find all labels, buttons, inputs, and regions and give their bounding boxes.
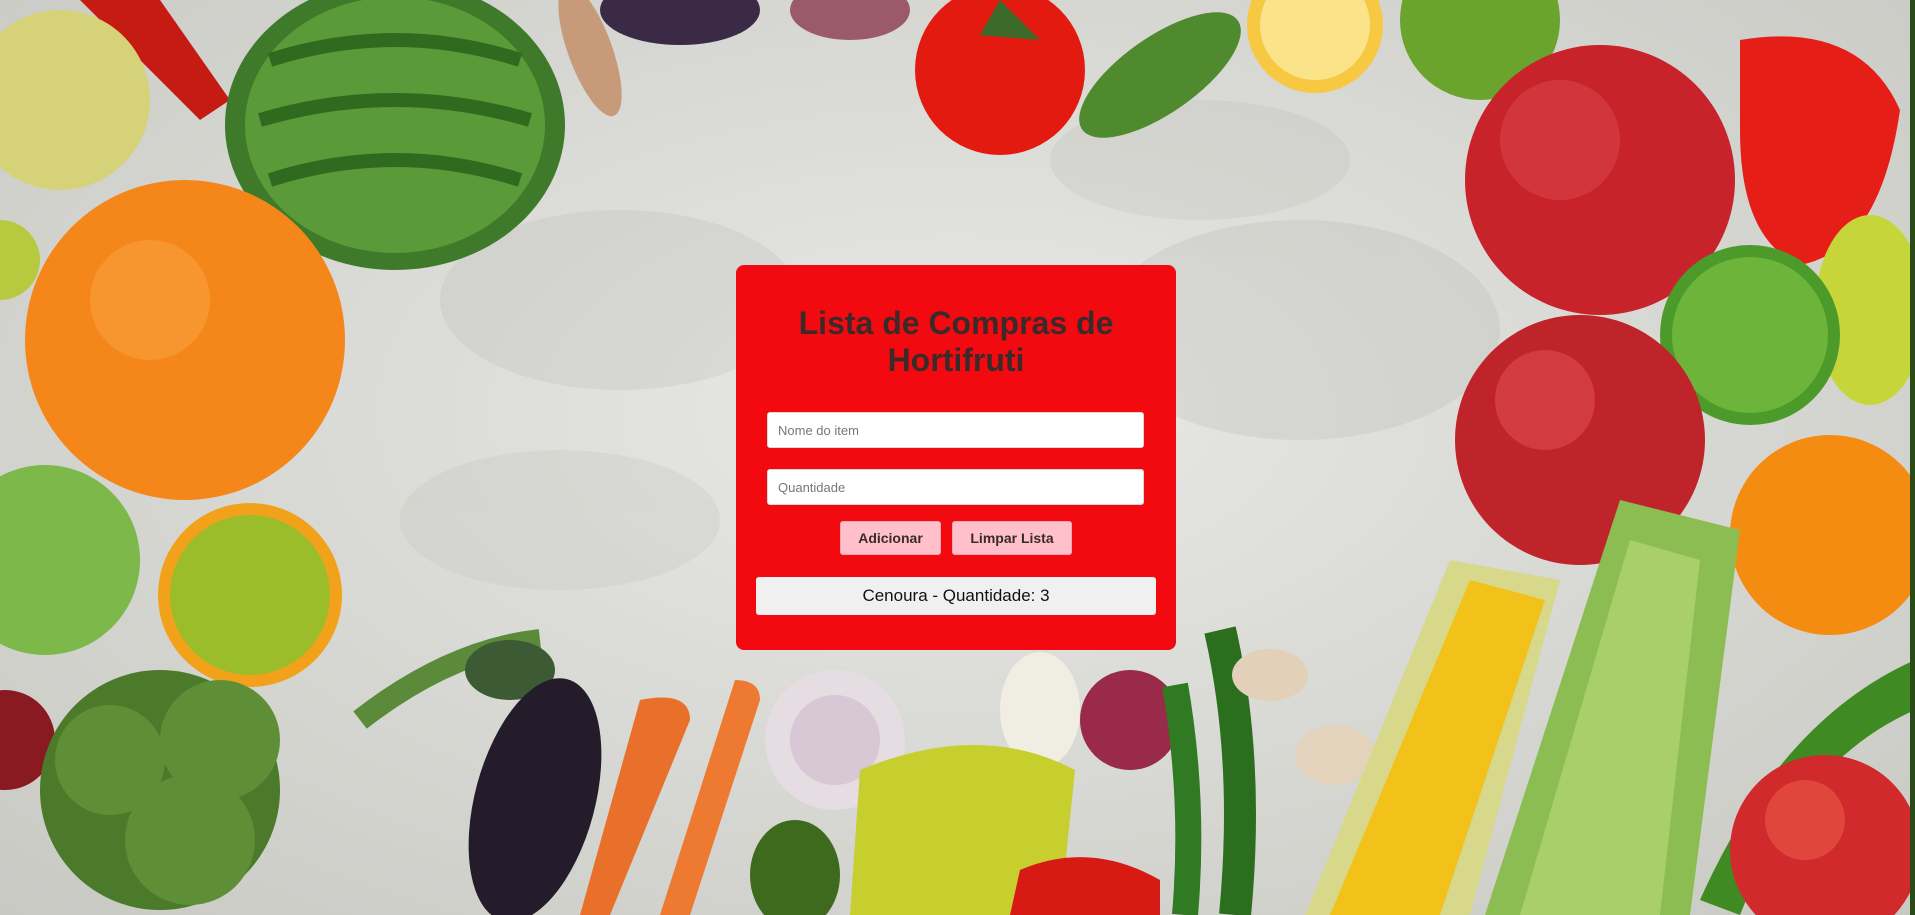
shopping-list-card: Lista de Compras de Hortifruti Adicionar… — [736, 265, 1176, 650]
clear-list-button[interactable]: Limpar Lista — [952, 521, 1072, 555]
shopping-list: Cenoura - Quantidade: 3 — [756, 577, 1156, 615]
page-title: Lista de Compras de Hortifruti — [798, 305, 1114, 378]
item-name-input[interactable] — [767, 412, 1144, 448]
add-button[interactable]: Adicionar — [840, 521, 941, 555]
list-item: Cenoura - Quantidade: 3 — [756, 577, 1156, 615]
quantity-input[interactable] — [767, 469, 1144, 505]
